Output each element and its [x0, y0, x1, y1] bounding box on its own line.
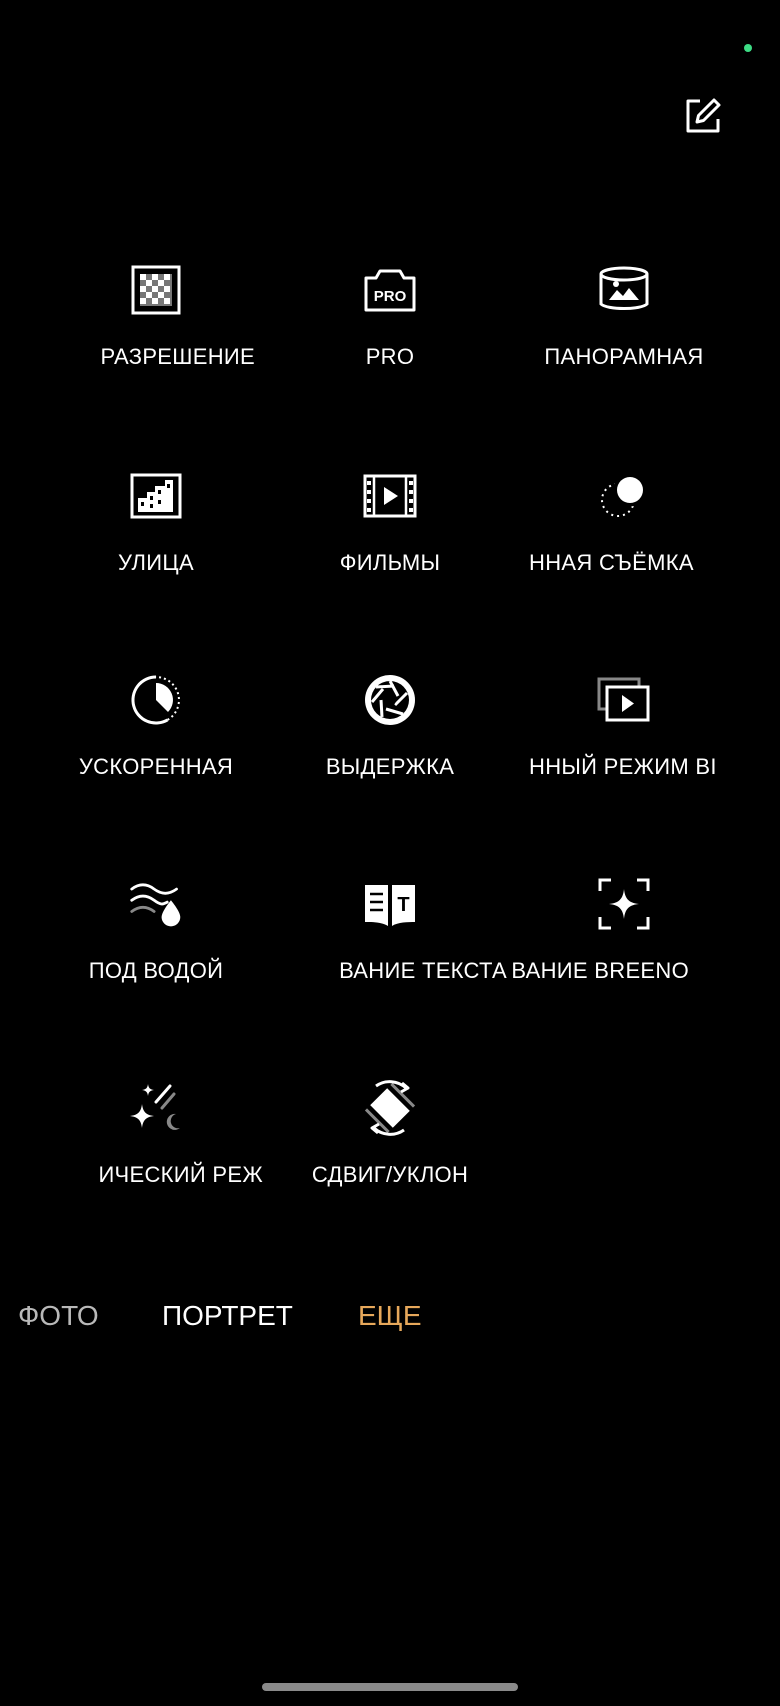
mode-label: ВАНИЕ BREENO	[511, 958, 689, 983]
tilt-shift-icon	[362, 1080, 418, 1136]
shutter-icon	[362, 672, 418, 728]
mode-pro[interactable]: PRO PRO	[273, 262, 507, 422]
tab-photo[interactable]: ФОТО	[18, 1296, 99, 1336]
mode-tabs: ФОТО ПОРТРЕТ ЕЩЕ	[0, 1296, 780, 1336]
tab-portrait[interactable]: ПОРТРЕТ	[162, 1296, 293, 1336]
mode-breeno-scan[interactable]: ВАНИЕ BREENO	[507, 876, 741, 1036]
mode-underwater[interactable]: ПОД ВОДОЙ	[39, 876, 273, 1036]
svg-text:PRO: PRO	[374, 288, 407, 305]
edit-icon	[686, 98, 721, 133]
mode-slow-motion[interactable]: ННАЯ СЪЁМКА	[507, 468, 741, 628]
mode-label: ВАНИЕ ТЕКСТА	[339, 958, 507, 983]
mode-label: СДВИГ/УКЛОН	[311, 1162, 469, 1187]
starry-night-icon	[128, 1080, 184, 1136]
movie-icon	[362, 468, 418, 524]
high-resolution-icon	[128, 262, 184, 318]
mode-label: ПОД ВОДОЙ	[88, 958, 224, 983]
home-indicator[interactable]	[262, 1683, 518, 1691]
mode-starry-night[interactable]: ИЧЕСКИЙ РЕЖ	[39, 1080, 273, 1240]
mode-movie[interactable]: ФИЛЬМЫ	[273, 468, 507, 628]
breeno-scan-icon	[596, 876, 652, 932]
mode-label: ННЫЙ РЕЖИМ ВІ	[529, 754, 717, 779]
mode-label: PRO	[365, 344, 415, 369]
mode-label: УСКОРЕННАЯ	[78, 754, 234, 779]
status-indicator-dot	[744, 44, 752, 52]
mode-label: ВЫДЕРЖКА	[325, 754, 455, 779]
mode-tilt-shift[interactable]: СДВИГ/УКЛОН	[273, 1080, 507, 1240]
mode-time-lapse[interactable]: УСКОРЕННАЯ	[39, 672, 273, 832]
edit-modes-button[interactable]	[680, 93, 726, 139]
slow-motion-icon	[596, 468, 652, 524]
mode-dual-view-video[interactable]: ННЫЙ РЕЖИМ ВІ	[507, 672, 741, 832]
mode-label: РАЗРЕШЕНИЕ	[100, 344, 255, 369]
mode-label: УЛИЦА	[118, 550, 194, 575]
mode-panorama[interactable]: ПАНОРАМНАЯ	[507, 262, 741, 422]
mode-long-exposure[interactable]: ВЫДЕРЖКА	[273, 672, 507, 832]
text-scanner-icon: T	[362, 876, 418, 932]
panorama-icon	[596, 262, 652, 318]
dual-view-video-icon	[596, 672, 652, 728]
underwater-icon	[128, 876, 184, 932]
mode-label: ФИЛЬМЫ	[339, 550, 441, 575]
time-lapse-icon	[128, 672, 184, 728]
pro-camera-icon: PRO	[362, 262, 418, 318]
street-icon	[128, 468, 184, 524]
mode-high-resolution[interactable]: РАЗРЕШЕНИЕ	[39, 262, 273, 422]
mode-label: ИЧЕСКИЙ РЕЖ	[98, 1162, 263, 1187]
mode-text-scanner[interactable]: T ВАНИЕ ТЕКСТА	[273, 876, 507, 1036]
svg-text:T: T	[397, 894, 409, 916]
mode-label: ННАЯ СЪЁМКА	[529, 550, 694, 575]
tab-more[interactable]: ЕЩЕ	[358, 1296, 422, 1336]
mode-street[interactable]: УЛИЦА	[39, 468, 273, 628]
mode-label: ПАНОРАМНАЯ	[544, 344, 704, 369]
